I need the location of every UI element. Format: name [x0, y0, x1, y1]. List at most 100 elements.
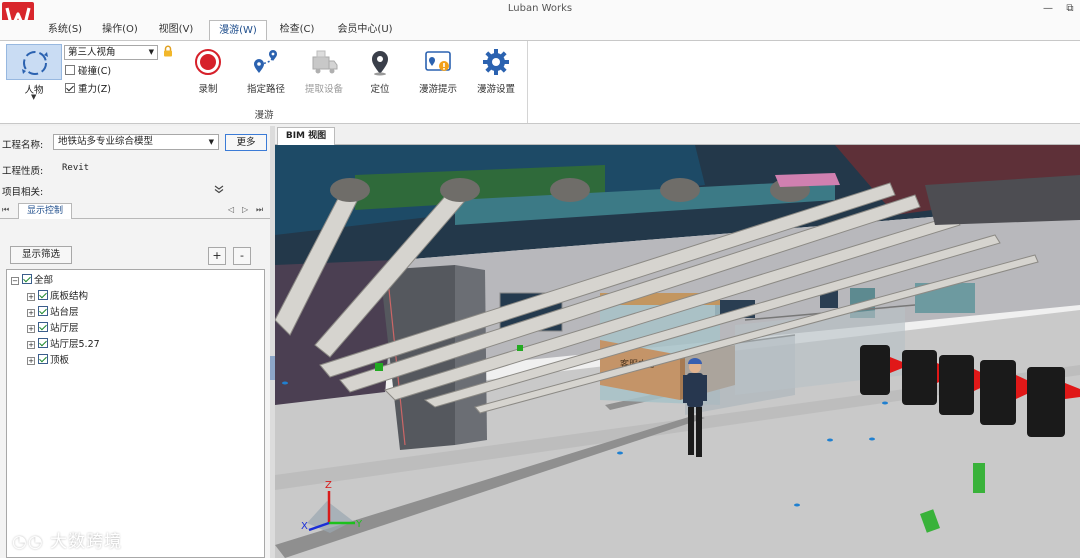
record-button[interactable]: 录制 [188, 47, 228, 101]
ribbon: 人物 ▼ 第三人视角 ▼ 碰撞(C) 重力(Z) 录制 指定路径 提取设备 定位… [0, 40, 1080, 124]
tree-item-label: 站厅层 [50, 323, 79, 334]
gravity-check-box[interactable] [65, 83, 75, 93]
collision-checkbox[interactable]: 碰撞(C) [65, 65, 111, 78]
remove-button[interactable]: - [233, 247, 251, 265]
add-button[interactable]: + [208, 247, 226, 265]
menu-bar: 系统(S) 操作(O) 视图(V) 漫游(W) 检查(C) 会员中心(U) [0, 20, 1080, 41]
tab-bim-view[interactable]: BIM 视图 [277, 127, 335, 145]
extract-device-icon [312, 50, 338, 74]
roam-ribbon-group: 人物 ▼ 第三人视角 ▼ 碰撞(C) 重力(Z) 录制 指定路径 提取设备 定位… [0, 41, 528, 123]
expand-icon[interactable]: + [27, 341, 35, 349]
locate-label: 定位 [370, 84, 390, 95]
project-type-value: Revit [62, 163, 90, 173]
location-pin-icon [372, 51, 388, 76]
tree-root-label: 全部 [34, 275, 54, 286]
next-icon[interactable]: ▷ [242, 205, 248, 214]
more-button[interactable]: 更多 [225, 134, 267, 151]
collision-label: 碰撞(C) [78, 66, 112, 77]
roam-tips-label: 漫游提示 [418, 84, 457, 95]
app-window: Luban Works — ⧉ 系统(S) 操作(O) 视图(V) 漫游(W) … [0, 0, 1080, 558]
layer-tree: − 全部 + 底板结构 + 站台层 + 站厅层 + 站厅层5.27 + 顶板 [6, 269, 265, 558]
route-icon [254, 50, 277, 73]
project-related-label: 项目相关: [2, 187, 44, 198]
menu-tab-system[interactable]: 系统(S) [40, 20, 90, 40]
expand-collapse-icon[interactable] [214, 184, 224, 197]
axis-y-label: Y [355, 519, 363, 530]
panel-tab-bar: ⏮ 显示控制 ◁ ▷ ⏭ [0, 203, 270, 219]
expand-icon[interactable]: + [27, 293, 35, 301]
tree-checkbox[interactable] [38, 290, 48, 300]
axis-z-label: Z [325, 480, 332, 491]
expand-icon[interactable]: + [27, 325, 35, 333]
view-tab-bar: BIM 视图 [275, 126, 1080, 145]
extract-device-button[interactable]: 提取设备 [300, 47, 348, 101]
tree-item[interactable]: + 站厅层 [27, 322, 79, 335]
watermark-logo-icon: ◔◔ [12, 532, 51, 552]
record-icon [195, 49, 221, 75]
ribbon-group-label: 漫游 [254, 110, 274, 121]
locate-button[interactable]: 定位 [360, 47, 400, 101]
tree-checkbox[interactable] [38, 354, 48, 364]
menu-tab-operation[interactable]: 操作(O) [94, 20, 146, 40]
view-mode-value: 第三人视角 [68, 47, 116, 58]
menu-tab-member[interactable]: 会员中心(U) [330, 20, 400, 40]
app-title: Luban Works [507, 3, 573, 14]
expand-icon[interactable]: + [27, 309, 35, 317]
extract-device-label: 提取设备 [304, 84, 343, 95]
tree-item[interactable]: + 站台层 [27, 306, 79, 319]
person-orbit-icon [22, 51, 48, 75]
tree-item-label: 顶板 [50, 355, 70, 366]
gear-icon [483, 49, 509, 75]
gravity-label: 重力(Z) [78, 84, 111, 95]
chevron-down-icon: ▼ [208, 138, 214, 146]
axis-x-label: X [301, 521, 308, 532]
prev-icon[interactable]: ◁ [228, 205, 234, 214]
tree-checkbox[interactable] [38, 306, 48, 316]
record-label: 录制 [198, 84, 218, 95]
tree-item-label: 站厅层5.27 [50, 339, 100, 350]
collision-check-box[interactable] [65, 65, 75, 75]
title-bar: Luban Works — ⧉ [0, 0, 1080, 20]
person-button[interactable] [6, 44, 62, 80]
minimize-button[interactable]: — [1040, 2, 1056, 16]
watermark-text: 大数跨境 [50, 532, 123, 552]
specify-route-label: 指定路径 [246, 84, 285, 95]
tree-checkbox[interactable] [38, 322, 48, 332]
watermark: ◔◔ 大数跨境 [12, 527, 122, 552]
display-filter-button[interactable]: 显示筛选 [10, 246, 72, 264]
project-name-value: 地铁站多专业综合模型 [58, 136, 154, 147]
expand-icon[interactable]: + [27, 357, 35, 365]
roam-settings-button[interactable]: 漫游设置 [472, 47, 520, 101]
restore-button[interactable]: ⧉ [1062, 2, 1078, 16]
specify-route-button[interactable]: 指定路径 [242, 47, 290, 101]
roam-settings-label: 漫游设置 [476, 84, 515, 95]
collapse-icon[interactable]: − [11, 277, 19, 285]
project-name-label: 工程名称: [2, 140, 44, 151]
roam-tips-icon [425, 51, 451, 71]
project-type-label: 工程性质: [2, 166, 44, 177]
menu-tab-roam[interactable]: 漫游(W) [209, 20, 267, 41]
tab-display-control[interactable]: 显示控制 [18, 203, 72, 219]
tree-checkbox[interactable] [38, 338, 48, 348]
tree-item[interactable]: + 站厅层5.27 [27, 338, 100, 351]
menu-tab-view[interactable]: 视图(V) [150, 20, 202, 40]
tree-item-label: 底板结构 [50, 291, 89, 302]
last-page-icon[interactable]: ⏭ [256, 205, 263, 215]
lock-icon[interactable] [162, 45, 174, 57]
tree-item[interactable]: + 底板结构 [27, 290, 88, 303]
tree-checkbox[interactable] [22, 274, 32, 284]
chevron-down-icon[interactable]: ▼ [31, 93, 36, 101]
tree-item[interactable]: + 顶板 [27, 354, 69, 367]
view-mode-select[interactable]: 第三人视角 ▼ [64, 45, 158, 60]
project-name-select[interactable]: 地铁站多专业综合模型 ▼ [53, 134, 219, 150]
tree-root[interactable]: − 全部 [11, 274, 53, 287]
chevron-down-icon: ▼ [148, 48, 154, 56]
menu-tab-check[interactable]: 检查(C) [272, 20, 322, 40]
tree-item-label: 站台层 [50, 307, 79, 318]
project-panel: 工程名称: 地铁站多专业综合模型 ▼ 更多 工程性质: Revit 项目相关: … [0, 126, 270, 558]
bim-scene[interactable]: 客服中心 [275, 145, 1080, 558]
bim-3d-viewport[interactable]: 客服中心 [275, 145, 1080, 558]
first-page-icon[interactable]: ⏮ [2, 205, 9, 215]
gravity-checkbox[interactable]: 重力(Z) [65, 83, 111, 96]
roam-tips-button[interactable]: 漫游提示 [414, 47, 462, 101]
